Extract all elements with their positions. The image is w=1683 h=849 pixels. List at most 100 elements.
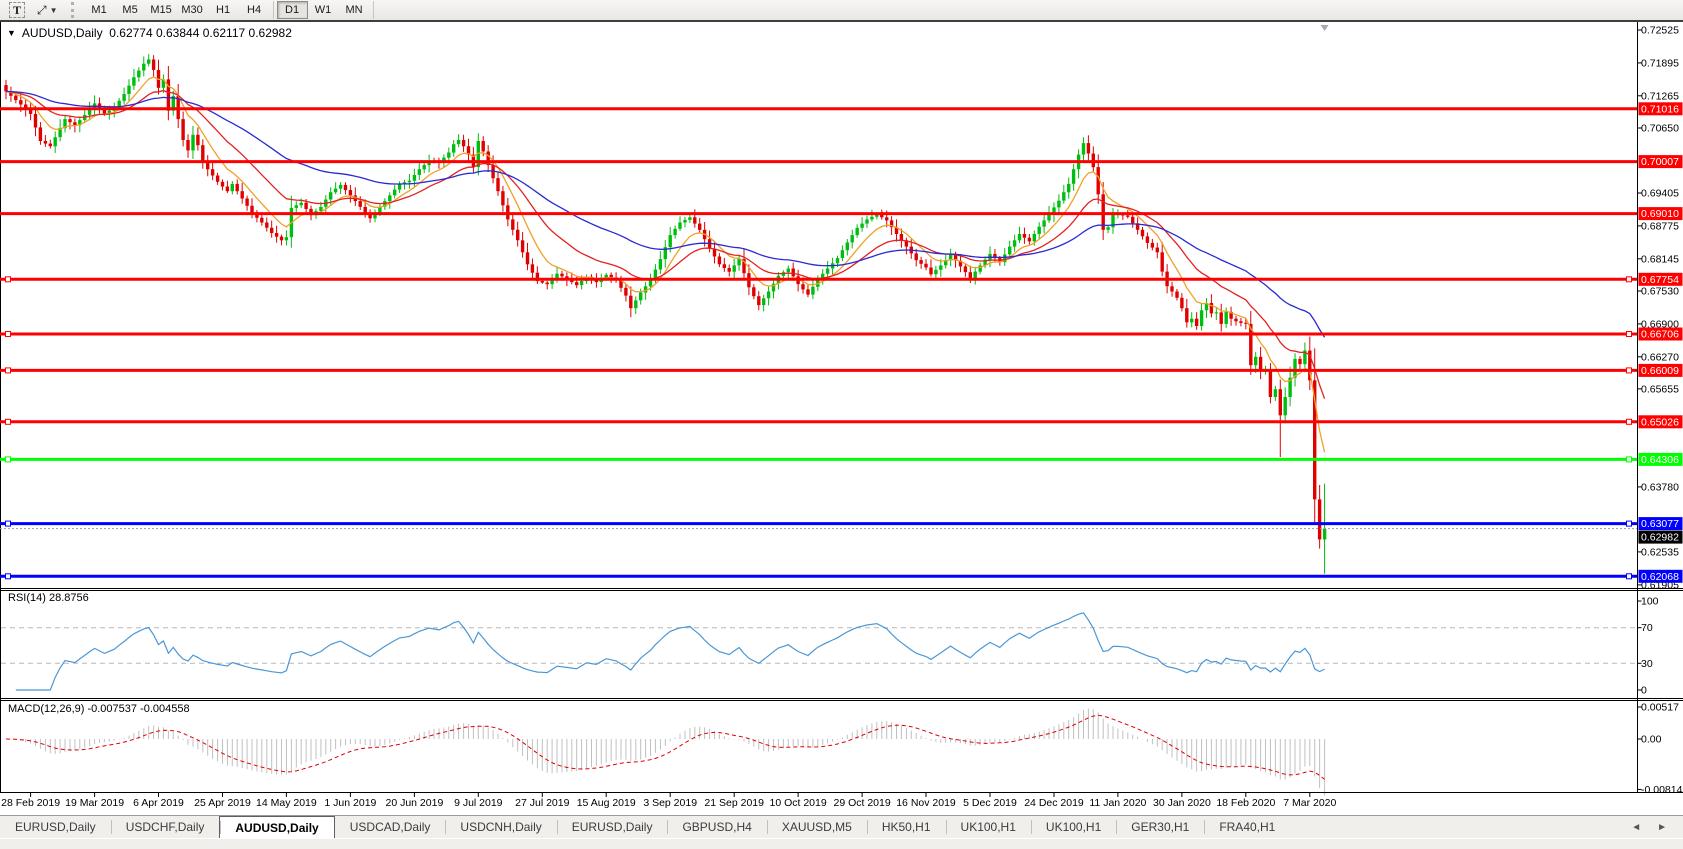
macd-tick-label: 0.00 — [1641, 734, 1662, 746]
hline-handle[interactable] — [6, 521, 11, 526]
trading-terminal-window: T ⤢ ▼ M1M5M15M30H1H4 D1W1MN 0.72525 0.7189… — [0, 0, 1683, 849]
date-tick-label: 27 Jul 2019 — [515, 797, 569, 809]
price-tag-0.66009-text: 0.66009 — [1641, 365, 1679, 377]
macd-indicator-label: MACD(12,26,9) -0.007537 -0.004558 — [8, 703, 190, 715]
price-tick-label: 0.62535 — [1641, 546, 1679, 558]
rsi-tick-label: 0 — [1641, 685, 1647, 697]
timeframe-button-M15[interactable]: M15 — [146, 1, 177, 19]
date-tick-label: 5 Dec 2019 — [963, 797, 1017, 809]
price-tick-label: 0.68775 — [1641, 220, 1679, 232]
hline-handle[interactable] — [1627, 574, 1632, 579]
dropdown-caret-icon: ▼ — [50, 6, 58, 15]
date-tick-label: 19 Mar 2019 — [65, 797, 124, 809]
date-tick-label: 15 Aug 2019 — [577, 797, 636, 809]
ohlc-values: 0.62774 0.63844 0.62117 0.62982 — [109, 26, 292, 40]
chart-tab-hk50-h1[interactable]: HK50,H1 — [867, 816, 946, 838]
hline-handle[interactable] — [6, 277, 11, 282]
chart-tab-uk100-h1[interactable]: UK100,H1 — [946, 816, 1031, 838]
chart-tab-xauusd-m5[interactable]: XAUUSD,M5 — [767, 816, 867, 838]
macd-tick-label: -0.008142 — [1641, 784, 1683, 796]
date-tick-label: 18 Feb 2020 — [1216, 797, 1275, 809]
chart-tab-usdchf-daily[interactable]: USDCHF,Daily — [111, 816, 220, 838]
date-tick-label: 10 Oct 2019 — [769, 797, 826, 809]
price-tag-0.70007-text: 0.70007 — [1641, 156, 1679, 168]
chart-tab-gbpusd-h4[interactable]: GBPUSD,H4 — [667, 816, 766, 838]
hline-handle[interactable] — [6, 457, 11, 462]
date-tick-label: 1 Jun 2019 — [324, 797, 376, 809]
diagonal-arrows-icon: ⤢ — [37, 3, 47, 18]
hline-handle[interactable] — [1627, 277, 1632, 282]
chart-tab-bar: EURUSD,DailyUSDCHF,DailyAUDUSD,DailyUSDC… — [0, 815, 1683, 838]
rsi-indicator-label: RSI(14) 28.8756 — [8, 592, 89, 604]
hline-handle[interactable] — [6, 368, 11, 373]
date-tick-label: 20 Jun 2019 — [385, 797, 443, 809]
timeframe-button-M30[interactable]: M30 — [177, 1, 208, 19]
status-strip — [0, 838, 1683, 849]
price-tag-0.62068-text: 0.62068 — [1641, 571, 1679, 583]
hline-handle[interactable] — [6, 574, 11, 579]
chart-tab-usdcnh-daily[interactable]: USDCNH,Daily — [445, 816, 556, 838]
chart-title: ▼ AUDUSD,Daily 0.62774 0.63844 0.62117 0.… — [7, 26, 292, 40]
chart-tab-fra40-h1[interactable]: FRA40,H1 — [1204, 816, 1290, 838]
collapse-triangle-icon[interactable]: ▼ — [7, 28, 16, 38]
price-tag-0.66706-text: 0.66706 — [1641, 329, 1679, 341]
text-tool-button[interactable]: T — [3, 1, 31, 19]
timeframe-button-W1[interactable]: W1 — [308, 1, 339, 19]
timeframe-button-MN[interactable]: MN — [339, 1, 370, 19]
symbol-period-label: AUDUSD,Daily — [22, 26, 103, 40]
rsi-tick-label: 100 — [1641, 596, 1659, 608]
price-tick-label: 0.70650 — [1641, 123, 1679, 135]
chart-tab-ger30-h1[interactable]: GER30,H1 — [1116, 816, 1204, 838]
price-tick-label: 0.71895 — [1641, 57, 1679, 69]
current-price-tag-text: 0.62982 — [1641, 532, 1679, 544]
timeframe-button-M5[interactable]: M5 — [115, 1, 146, 19]
hline-handle[interactable] — [1627, 457, 1632, 462]
price-tick-label: 0.72525 — [1641, 25, 1679, 37]
text-tool-icon: T — [9, 2, 25, 18]
pointer-mode-button[interactable]: ⤢ ▼ — [31, 1, 64, 19]
chart-tab-usdcad-daily[interactable]: USDCAD,Daily — [335, 816, 446, 838]
price-tick-label: 0.65655 — [1641, 383, 1679, 395]
macd-signal-line — [6, 715, 1325, 779]
hline-handle[interactable] — [1627, 368, 1632, 373]
date-tick-label: 25 Apr 2019 — [194, 797, 251, 809]
timeframe-button-M1[interactable]: M1 — [84, 1, 115, 19]
chart-tab-audusd-daily[interactable]: AUDUSD,Daily — [219, 816, 334, 838]
price-tick-label: 0.66270 — [1641, 351, 1679, 363]
date-tick-label: 14 May 2019 — [256, 797, 317, 809]
toolbar-grip[interactable] — [71, 2, 78, 18]
price-tag-0.63077-text: 0.63077 — [1641, 518, 1679, 530]
price-tag-0.67754-text: 0.67754 — [1641, 274, 1679, 286]
hline-handle[interactable] — [6, 419, 11, 424]
date-tick-label: 16 Nov 2019 — [896, 797, 956, 809]
chart-tab-eurusd-daily[interactable]: EURUSD,Daily — [557, 816, 668, 838]
hline-handle[interactable] — [1627, 332, 1632, 337]
timeframe-button-D1[interactable]: D1 — [277, 1, 308, 19]
rsi-tick-label: 70 — [1641, 622, 1653, 634]
chart-tab-eurusd-daily[interactable]: EURUSD,Daily — [0, 816, 111, 838]
price-tag-0.71016-text: 0.71016 — [1641, 103, 1679, 115]
tab-scroll-right-icon[interactable]: ► — [1657, 822, 1667, 833]
price-tag-0.69010-text: 0.69010 — [1641, 208, 1679, 220]
hline-handle[interactable] — [1627, 521, 1632, 526]
timeframe-button-H1[interactable]: H1 — [208, 1, 239, 19]
chart-canvas[interactable]: 0.72525 0.71895 0.71265 0.70650 0.69405 0.687… — [0, 22, 1683, 815]
rsi-tick-label: 30 — [1641, 658, 1653, 670]
timeframe-button-H4[interactable]: H4 — [239, 1, 270, 19]
chart-tab-uk100-h1[interactable]: UK100,H1 — [1031, 816, 1116, 838]
price-tick-label: 0.69405 — [1641, 188, 1679, 200]
hline-handle[interactable] — [6, 332, 11, 337]
date-tick-label: 6 Apr 2019 — [133, 797, 184, 809]
hline-handle[interactable] — [1627, 419, 1632, 424]
date-tick-label: 9 Jul 2019 — [454, 797, 503, 809]
date-tick-label: 29 Oct 2019 — [833, 797, 890, 809]
date-tick-label: 11 Jan 2020 — [1089, 797, 1146, 809]
price-tick-label: 0.63780 — [1641, 481, 1679, 493]
date-tick-label: 7 Mar 2020 — [1283, 797, 1336, 809]
price-tick-label: 0.71265 — [1641, 90, 1679, 102]
chart-shift-marker[interactable] — [1321, 25, 1329, 31]
price-axis[interactable]: 0.72525 0.71895 0.71265 0.70650 0.69405 0.687… — [1638, 25, 1683, 796]
time-axis[interactable]: 28 Feb 2019 19 Mar 2019 6 Apr 2019 25 Apr 2… — [1, 793, 1336, 809]
tab-scroll-left-icon[interactable]: ◄ — [1631, 822, 1641, 833]
date-tick-label: 28 Feb 2019 — [1, 797, 60, 809]
